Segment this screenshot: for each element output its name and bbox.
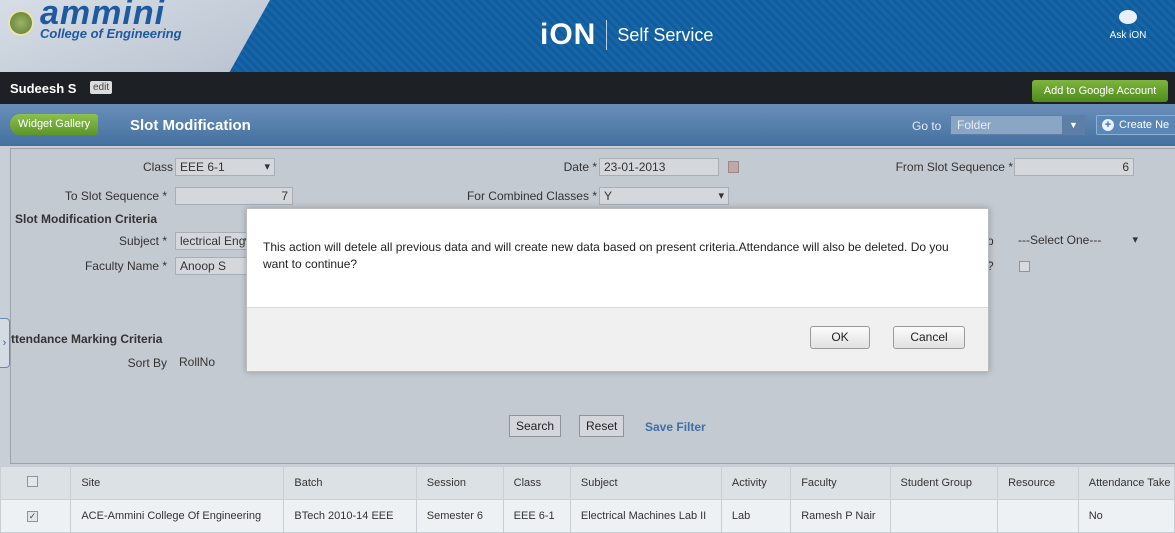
faculty-name-label: Faculty Name * [84,259,167,273]
cancel-button[interactable]: Cancel [893,326,965,349]
cell-activity: Lab [720,499,792,533]
cell-subject: Electrical Machines Lab II [569,499,722,533]
table-header-row: Site Batch Session Class Subject Activit… [0,466,1175,500]
ask-ion-label: Ask iON [1109,30,1147,41]
goto-label: Go to [912,119,942,133]
sort-by-label: Sort By [127,356,167,370]
edit-profile-link[interactable]: edit [90,81,113,94]
from-slot-input[interactable]: 6 [1014,158,1134,176]
column-header-activity[interactable]: Activity [720,466,792,500]
reset-button[interactable]: Reset [579,415,625,437]
ion-logo: iON [540,18,597,51]
select-all-cell [0,466,72,500]
faculty-name-input[interactable]: Anoop S [175,257,255,275]
dialog-footer: OK Cancel [247,307,988,371]
column-header-resource[interactable]: Resource [997,466,1079,500]
brand-divider [606,20,608,50]
logo-subtitle: College of Engineering [40,26,182,41]
ask-ion-button[interactable]: Ask iON [1103,10,1153,41]
subject-select[interactable]: lectrical Engi [175,232,255,250]
row-select-cell: ✓ [0,499,72,533]
top-header: ammini College of Engineering iON Self S… [0,0,1175,72]
slot-modification-criteria-heading: Slot Modification Criteria [15,212,158,226]
column-header-student-group[interactable]: Student Group [889,466,999,500]
cell-student-group [889,499,999,533]
column-header-faculty[interactable]: Faculty [790,466,891,500]
date-input[interactable]: 23-01-2013 [599,158,719,176]
page-title: Slot Modification [130,117,251,134]
plus-icon: + [1102,119,1114,131]
confirm-message: This action will detele all previous dat… [263,240,949,271]
ion-brand: iON Self Service [540,18,713,52]
college-seal-icon [8,10,34,36]
chevron-down-icon[interactable]: ▼ [1062,115,1085,135]
student-group-select[interactable]: ---Select One--- [1014,232,1142,250]
column-header-site[interactable]: Site [70,466,285,500]
slot-table-container: Site Batch Session Class Subject Activit… [0,466,1175,533]
cell-batch: BTech 2010-14 EEE [283,499,417,533]
cell-faculty: Ramesh P Nair [790,499,891,533]
column-header-subject[interactable]: Subject [569,466,722,500]
create-new-button[interactable]: + Create Ne [1096,115,1175,135]
add-to-google-account-button[interactable]: Add to Google Account [1032,80,1168,102]
side-panel-toggle[interactable]: › [0,318,10,368]
combined-classes-select[interactable]: Y [599,187,729,205]
column-header-attendance-taken[interactable]: Attendance Take [1077,466,1175,500]
user-bar: Sudeesh S edit [0,72,1175,104]
subject-label: Subject * [118,234,167,248]
column-header-session[interactable]: Session [415,466,504,500]
confirm-dialog: This action will detele all previous dat… [246,208,989,372]
college-logo: ammini College of Engineering [0,0,270,72]
date-label: Date * [563,160,597,174]
widget-gallery-button[interactable]: Widget Gallery [10,114,99,135]
option-checkbox[interactable] [1019,261,1030,272]
save-filter-link[interactable]: Save Filter [645,420,706,434]
page-title-bar: Widget Gallery Slot Modification Go to F… [0,104,1175,146]
chat-bubble-icon [1119,10,1137,24]
table-row[interactable]: ✓ ACE-Ammini College Of Engineering BTec… [0,499,1175,533]
username: Sudeesh S [10,81,77,96]
ok-button[interactable]: OK [810,326,870,349]
create-new-label: Create Ne [1119,119,1170,131]
cell-resource [997,499,1079,533]
column-header-batch[interactable]: Batch [283,466,417,500]
slot-table: Site Batch Session Class Subject Activit… [0,466,1175,533]
search-button[interactable]: Search [509,415,562,437]
cell-attendance-taken: No [1077,499,1175,533]
class-select[interactable]: EEE 6-1 [175,158,275,176]
product-name: Self Service [617,24,714,45]
calendar-icon[interactable] [728,161,739,173]
cell-session: Semester 6 [415,499,504,533]
to-slot-input[interactable]: 7 [175,187,293,205]
from-slot-label: From Slot Sequence * [895,160,1013,174]
row-checkbox[interactable]: ✓ [27,511,38,522]
sort-by-select[interactable]: RollNo [175,354,255,372]
cell-site: ACE-Ammini College Of Engineering [70,499,285,533]
cell-class: EEE 6-1 [502,499,571,533]
column-header-class[interactable]: Class [502,466,571,500]
attendance-marking-criteria-heading: ttendance Marking Criteria [11,332,163,346]
combined-classes-label: For Combined Classes * [466,189,597,203]
to-slot-label: To Slot Sequence * [64,189,167,203]
select-all-checkbox[interactable] [27,476,38,487]
